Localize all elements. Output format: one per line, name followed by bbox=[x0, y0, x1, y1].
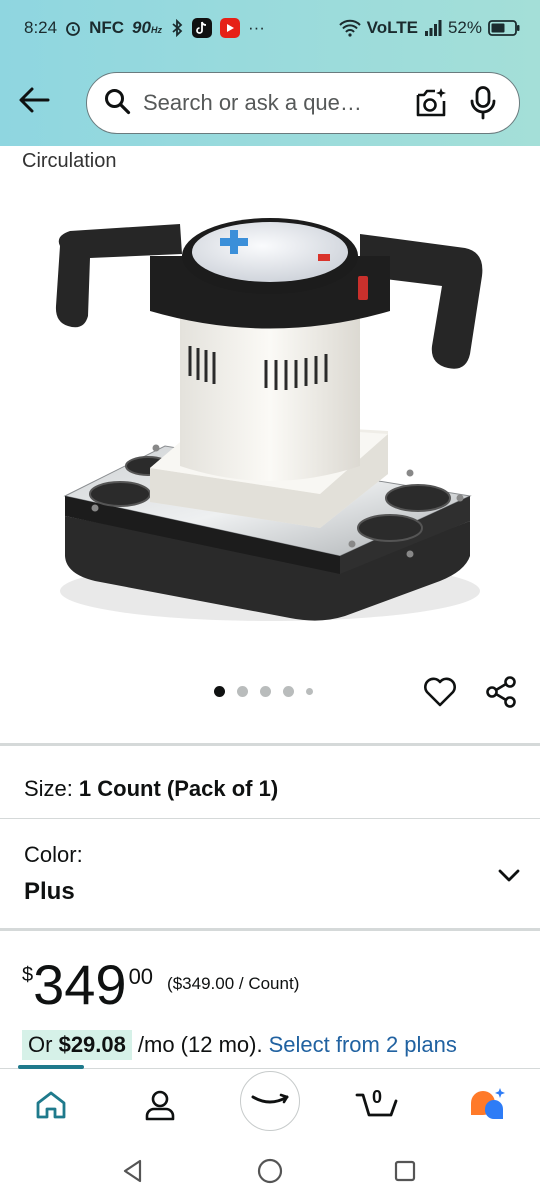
network-type: VoLTE bbox=[366, 18, 418, 37]
select-plans-link[interactable]: Select from 2 plans bbox=[269, 1032, 457, 1058]
more-notifications: ··· bbox=[247, 18, 265, 37]
rufus-icon bbox=[471, 1088, 505, 1120]
circle-home-icon bbox=[257, 1158, 283, 1184]
color-value: Plus bbox=[24, 878, 75, 905]
heart-icon bbox=[424, 677, 456, 707]
price-cents: 00 bbox=[128, 964, 154, 989]
active-tab-indicator bbox=[18, 1065, 84, 1069]
nav-cart[interactable]: 0 bbox=[352, 1083, 402, 1127]
nav-amazon[interactable] bbox=[240, 1071, 300, 1131]
bottom-nav: 0 bbox=[0, 1065, 540, 1140]
account-icon bbox=[145, 1090, 175, 1121]
color-selector[interactable]: Color: Plus bbox=[24, 842, 524, 906]
refresh-rate: 90Hz bbox=[132, 18, 162, 38]
price-whole: 349 bbox=[33, 953, 127, 1016]
status-right: VoLTE 52% bbox=[338, 18, 520, 38]
carousel-dot[interactable] bbox=[283, 686, 294, 697]
monthly-amount: $29.08 bbox=[58, 1032, 126, 1057]
status-bar: 8:24 NFC 90Hz ··· VoLTE 52% bbox=[0, 0, 540, 56]
divider bbox=[0, 743, 540, 746]
divider bbox=[0, 818, 540, 819]
divider bbox=[0, 928, 540, 931]
system-home-button[interactable] bbox=[255, 1156, 285, 1186]
square-recents-icon bbox=[394, 1160, 416, 1182]
tiktok-icon bbox=[191, 18, 212, 38]
size-selector[interactable]: Size: 1 Count (Pack of 1) bbox=[24, 776, 278, 802]
search-icon bbox=[103, 87, 131, 120]
bluetooth-icon bbox=[170, 19, 184, 37]
product-image[interactable] bbox=[0, 176, 540, 676]
nav-account[interactable] bbox=[135, 1083, 185, 1127]
amazon-logo bbox=[251, 1093, 289, 1104]
size-value: 1 Count (Pack of 1) bbox=[78, 776, 279, 801]
triangle-back-icon bbox=[123, 1159, 142, 1183]
search-bar[interactable]: Search or ask a que… bbox=[86, 72, 520, 134]
refresh-rate-value: 90 bbox=[132, 18, 151, 37]
product-title-partial: Circulation bbox=[22, 150, 117, 172]
home-icon bbox=[36, 1091, 66, 1119]
carousel-dot[interactable] bbox=[260, 686, 271, 697]
carousel-dot[interactable] bbox=[237, 686, 248, 697]
signal-icon bbox=[424, 20, 442, 36]
price-currency: $ bbox=[22, 964, 34, 986]
color-label: Color: bbox=[24, 842, 83, 867]
status-left: 8:24 NFC 90Hz ··· bbox=[24, 18, 265, 38]
nav-home[interactable] bbox=[26, 1083, 76, 1127]
monthly-badge: Or $29.08 bbox=[22, 1030, 132, 1060]
system-recents-button[interactable] bbox=[390, 1156, 420, 1186]
nfc-label: NFC bbox=[89, 18, 125, 37]
back-arrow-icon bbox=[19, 87, 50, 113]
massager-illustration bbox=[55, 218, 483, 621]
search-input[interactable]: Search or ask a que… bbox=[143, 90, 399, 116]
chevron-down-icon[interactable] bbox=[494, 860, 524, 890]
or-text: Or bbox=[28, 1032, 53, 1057]
wishlist-button[interactable] bbox=[422, 674, 458, 710]
system-back-button[interactable] bbox=[118, 1156, 148, 1186]
price: $ 349 00 ($349.00 / Count) bbox=[22, 956, 299, 1014]
image-carousel-dots[interactable] bbox=[214, 686, 313, 697]
monthly-term: /mo (12 mo). bbox=[137, 1032, 263, 1057]
carousel-dot[interactable] bbox=[214, 686, 225, 697]
alarm-icon bbox=[65, 20, 81, 36]
microphone-icon[interactable] bbox=[463, 83, 503, 123]
system-nav-bar bbox=[0, 1140, 540, 1200]
app-header: Search or ask a que… bbox=[0, 56, 540, 146]
financing-offer: Or $29.08 /mo (12 mo). Select from 2 pla… bbox=[22, 1030, 457, 1060]
carousel-dot[interactable] bbox=[306, 688, 313, 695]
unit-price: ($349.00 / Count) bbox=[167, 974, 300, 993]
share-button[interactable] bbox=[483, 674, 519, 710]
camera-search-icon[interactable] bbox=[411, 83, 451, 123]
nav-rufus[interactable] bbox=[462, 1083, 512, 1127]
cart-count: 0 bbox=[372, 1087, 383, 1107]
refresh-rate-unit: Hz bbox=[150, 25, 162, 35]
battery-icon bbox=[488, 20, 520, 36]
wifi-icon bbox=[338, 19, 361, 37]
size-label: Size: bbox=[24, 776, 73, 801]
youtube-icon bbox=[219, 18, 240, 38]
back-button[interactable] bbox=[16, 82, 52, 118]
battery-percent: 52% bbox=[447, 18, 482, 37]
status-time: 8:24 bbox=[24, 18, 58, 37]
share-icon bbox=[486, 676, 516, 708]
